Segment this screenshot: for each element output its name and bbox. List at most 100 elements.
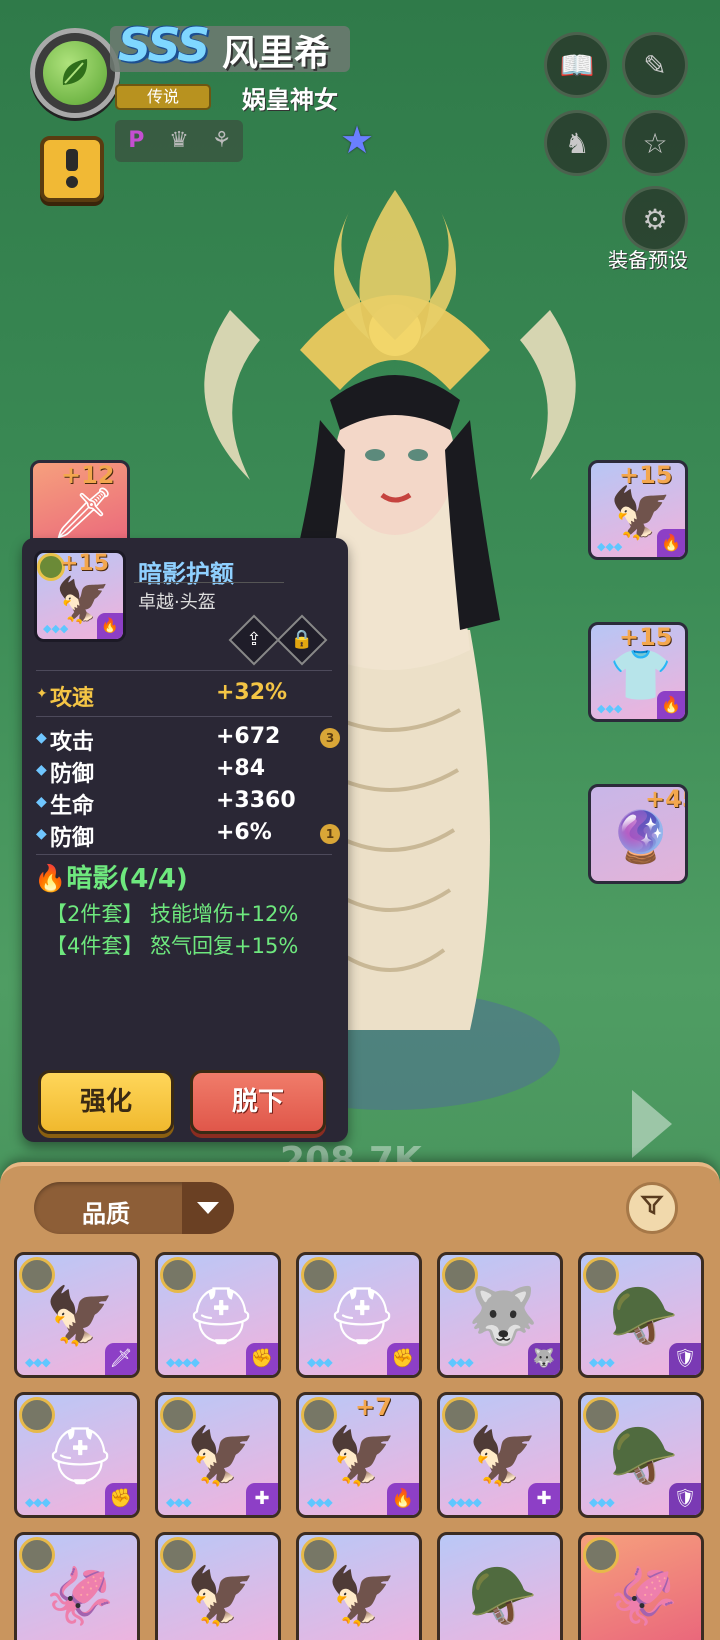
stat-label: 防御 (50, 826, 95, 851)
class-corner-icon: ✊ (246, 1343, 278, 1375)
inventory-item[interactable]: +7 🦅 ◆◆◆ 🔥 (296, 1392, 422, 1518)
star-swap-icon: ☆ (642, 126, 668, 160)
class-corner-icon: ✊ (387, 1343, 419, 1375)
stat-value: +32% (216, 680, 288, 705)
item-art: 🪖 (468, 1564, 538, 1629)
item-art: 🦅 (186, 1564, 256, 1629)
equipment-type: 卓越·头盔 (138, 592, 216, 613)
gear-preset-button[interactable]: ⚙ (622, 186, 688, 252)
inventory-item[interactable]: ⛑ ◆◆◆ ✊ (296, 1252, 422, 1378)
inventory-item[interactable]: 🦅 (296, 1532, 422, 1640)
stat-value: +6% (216, 820, 272, 845)
set-name-text: 暗影(4/4) (66, 864, 188, 894)
inventory-item[interactable]: 🦅 ◆◆◆◆ ✚ (437, 1392, 563, 1518)
inventory-item[interactable]: 🦅 (155, 1532, 281, 1640)
inventory-item[interactable]: ⛑ ◆◆◆◆ ✊ (155, 1252, 281, 1378)
equipment-level: +15 (59, 551, 109, 576)
star-gems: ◆◆◆◆ (166, 1355, 200, 1369)
fire-icon: 🔥 (97, 613, 123, 639)
leaf-icon (43, 41, 107, 105)
inventory-tray: 品质 🦅 ◆◆◆ 🗡 ⛑ ◆◆◆◆ ✊ ⛑ ◆◆◆ ✊ 🐺 ◆◆◆ 🐺 🪖 ◆◆◆ 🛡 ⛑ ◆◆◆ ✊ … (0, 1162, 720, 1640)
hero-name: 风里希 (222, 33, 331, 74)
filter-icon (640, 1193, 664, 1223)
rewrite-button[interactable]: ✎ (622, 32, 688, 98)
item-art: 🦅 (327, 1564, 397, 1629)
fire-icon: 🔥 (657, 691, 685, 719)
accessory-slot[interactable]: +45 🔮 (588, 784, 688, 884)
orb-icon: 🔮 (609, 808, 673, 866)
sub-stat-row: ◆ 攻击 +672 3 (36, 724, 340, 755)
gear-preset-icon: ⚙ (642, 202, 668, 236)
star-gems: ◆◆◆ (597, 702, 623, 715)
codex-button[interactable]: 📖 (544, 32, 610, 98)
stat-label: 攻速 (50, 686, 95, 711)
helmet-swap-button[interactable]: ♞ (544, 110, 610, 176)
sub-stat-row: ◆ 防御 +6% 1 (36, 820, 340, 851)
stat-value: +672 (216, 724, 281, 749)
info-button[interactable] (40, 136, 104, 202)
chevron-down-icon[interactable] (182, 1182, 234, 1234)
sub-stat-row: ◆ 生命 +3360 (36, 788, 336, 819)
lock-button[interactable]: 🔒 (276, 614, 328, 666)
class-corner-icon: 🛡 (669, 1483, 701, 1515)
inventory-item[interactable]: 🐺 ◆◆◆ 🐺 (437, 1252, 563, 1378)
inventory-item[interactable]: 🦑 (14, 1532, 140, 1640)
star-gems: ◆◆◆ (597, 540, 623, 553)
upgrade-count-badge: 1 (320, 824, 340, 844)
star-icon[interactable]: ★ (340, 118, 374, 162)
stat-label: 攻击 (50, 730, 95, 755)
rewrite-icon: ✎ (643, 48, 667, 82)
inventory-item[interactable]: 🦑 (578, 1532, 704, 1640)
rarity-badge: 传说 (115, 84, 211, 110)
star-gems: ◆◆◆ (25, 1495, 51, 1509)
name-underline (134, 582, 284, 583)
inventory-item[interactable]: 🦅 ◆◆◆ ✚ (155, 1392, 281, 1518)
star-swap-button[interactable]: ☆ (622, 110, 688, 176)
inventory-item[interactable]: 🪖 (437, 1532, 563, 1640)
hero-grade: SSS (118, 18, 210, 72)
inventory-item[interactable]: ⛑ ◆◆◆ ✊ (14, 1392, 140, 1518)
item-level: +7 (355, 1393, 392, 1421)
armor-slot[interactable]: +15 👕 ◆◆◆ 🔥 (588, 622, 688, 722)
star-gems: ◆◆◆ (307, 1495, 333, 1509)
lock-icon: 🔒 (290, 629, 314, 650)
next-arrow-icon[interactable] (632, 1090, 672, 1158)
stat-label: 防御 (50, 762, 95, 787)
star-gems: ◆◆◆◆ (448, 1495, 482, 1509)
stat-label: 生命 (50, 794, 95, 819)
class-corner-icon: 🐺 (528, 1343, 560, 1375)
diamond-icon: ◆ (36, 794, 47, 810)
diamond-icon: ◆ (36, 826, 47, 842)
set-bonus-4: 【4件套】 怒气回复+15% (46, 934, 299, 958)
share-button[interactable]: ⇪ (228, 614, 280, 666)
inventory-item[interactable]: 🦅 ◆◆◆ 🗡 (14, 1252, 140, 1378)
item-art: 🦑 (609, 1564, 679, 1629)
flame-icon: 🔥 (34, 864, 67, 894)
upgrade-count-badge: 3 (320, 728, 340, 748)
sub-stat-row: ◆ 防御 +84 (36, 756, 336, 787)
item-art: 🦑 (45, 1564, 115, 1629)
stat-value: +84 (216, 756, 266, 781)
star-gems: ◆◆◆ (589, 1355, 615, 1369)
helmet-slot[interactable]: +15 🦅 ◆◆◆ 🔥 (588, 460, 688, 560)
equipment-detail-panel: +15 🦅 ◆◆◆ 🔥 暗影护额 卓越·头盔 ⇪ 🔒 ✦ 攻速 +32% ◆ 攻… (22, 538, 348, 1142)
class-corner-icon: ✚ (246, 1483, 278, 1515)
horned-helmet-icon: ♞ (564, 126, 590, 160)
class-corner-icon: 🗡 (105, 1343, 137, 1375)
divider (36, 716, 332, 717)
unequip-button[interactable]: 脱下 (190, 1070, 326, 1134)
filter-button[interactable] (626, 1182, 678, 1234)
star-gems: ◆◆◆ (43, 622, 69, 635)
sort-label: 品质 (82, 1200, 130, 1228)
armor-icon: ♛ (169, 128, 189, 153)
class-corner-icon: 🛡 (669, 1343, 701, 1375)
weapon-icon: 🗡 (51, 484, 115, 542)
stat-value: +3360 (216, 788, 296, 813)
inventory-item[interactable]: 🪖 ◆◆◆ 🛡 (578, 1252, 704, 1378)
enhance-button[interactable]: 强化 (38, 1070, 174, 1134)
star-gems: ◆◆◆ (25, 1355, 51, 1369)
hero-title: 娲皇神女 (242, 86, 338, 114)
main-stat-row: ✦ 攻速 +32% (36, 680, 336, 711)
sort-dropdown[interactable]: 品质 (34, 1182, 234, 1234)
inventory-item[interactable]: 🪖 ◆◆◆ 🛡 (578, 1392, 704, 1518)
